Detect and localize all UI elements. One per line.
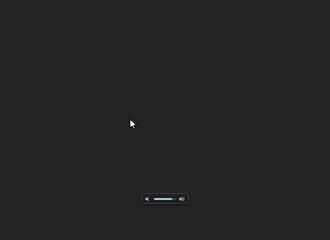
volume-osd [141,193,189,204]
volume-slider[interactable] [154,197,176,200]
mouse-cursor-icon [129,115,138,130]
volume-level-fill [154,197,173,200]
desktop-background [0,0,330,220]
speaker-high-icon [179,196,185,202]
speaker-low-icon [145,196,151,202]
